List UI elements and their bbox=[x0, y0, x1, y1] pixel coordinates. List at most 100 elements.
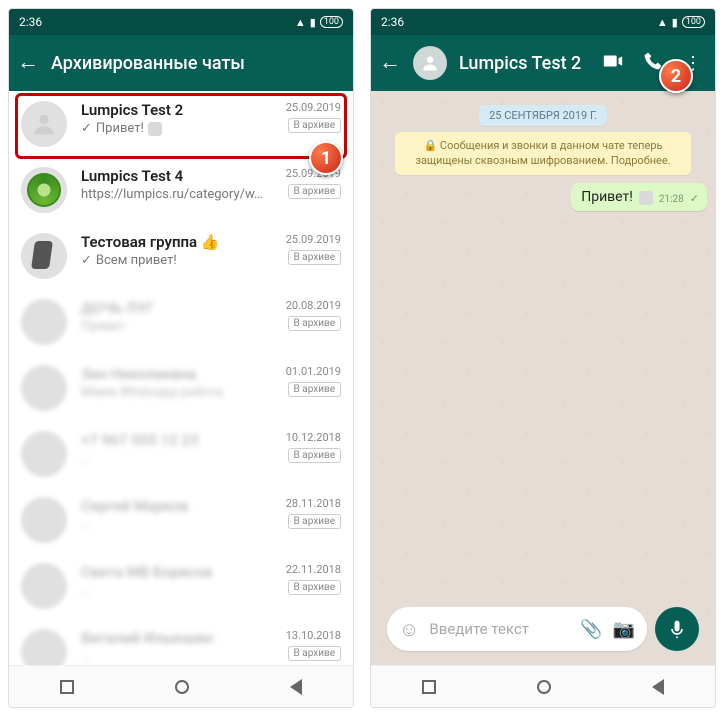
chat-name: Lumpics Test 4 bbox=[81, 167, 272, 185]
chat-row[interactable]: Света МВ Борисов … 22.11.2018 В архиве bbox=[9, 553, 353, 619]
archived-badge: В архиве bbox=[288, 514, 341, 529]
avatar[interactable] bbox=[21, 365, 67, 411]
emoji-picker-icon[interactable]: ☺ bbox=[399, 617, 419, 642]
page-title: Архивированные чаты bbox=[51, 53, 345, 74]
chat-messages-area[interactable]: 25 СЕНТЯБРЯ 2019 Г. 🔒 Сообщения и звонки… bbox=[371, 91, 715, 665]
status-icons: ▲ ▮ 100 bbox=[295, 16, 343, 29]
avatar[interactable] bbox=[21, 101, 67, 147]
camera-icon[interactable]: 📷 bbox=[613, 619, 635, 640]
nav-home-icon[interactable] bbox=[175, 680, 189, 694]
chat-row[interactable]: Виталий Ильюшин … 13.10.2018 В архиве bbox=[9, 619, 353, 665]
video-call-icon[interactable] bbox=[599, 50, 627, 77]
chat-row[interactable]: Сергей Марков … 28.11.2018 В архиве bbox=[9, 487, 353, 553]
avatar[interactable] bbox=[21, 167, 67, 213]
nav-recent-icon[interactable] bbox=[422, 680, 436, 694]
chat-name: Виталий Ильюшин bbox=[81, 629, 272, 647]
message-time: 21:28 bbox=[659, 194, 684, 205]
nav-home-icon[interactable] bbox=[537, 680, 551, 694]
back-icon[interactable]: ← bbox=[379, 52, 401, 74]
status-bar: 2:36 ▲ ▮ 100 bbox=[9, 9, 353, 35]
phone-screen-chat: 2:36 ▲ ▮ 100 ← Lumpics Test 2 ⋮ 25 СЕНТЯ… bbox=[370, 8, 716, 708]
status-bar: 2:36 ▲ ▮ 100 bbox=[371, 9, 715, 35]
input-placeholder: Введите текст bbox=[429, 620, 570, 638]
date-chip: 25 СЕНТЯБРЯ 2019 Г. bbox=[479, 105, 607, 126]
chat-date: 20.08.2019 bbox=[286, 299, 341, 312]
back-icon[interactable]: ← bbox=[17, 52, 39, 74]
chat-date: 22.11.2018 bbox=[286, 563, 341, 576]
chat-row[interactable]: Тестовая группа 👍 ✓ Всем привет! 25.09.2… bbox=[9, 223, 353, 289]
chat-preview: … bbox=[81, 649, 272, 664]
status-time: 2:36 bbox=[381, 15, 404, 29]
emoji-icon bbox=[639, 191, 653, 205]
nav-back-icon[interactable] bbox=[290, 679, 302, 695]
attach-icon[interactable]: 📎 bbox=[580, 619, 602, 640]
chat-row[interactable]: Lumpics Test 2 ✓ Привет! 25.09.2019 В ар… bbox=[9, 91, 353, 157]
message-outgoing[interactable]: Привет! 21:28 ✓ bbox=[571, 183, 707, 211]
chat-preview: … bbox=[81, 517, 272, 532]
battery-icon: 100 bbox=[682, 16, 705, 28]
status-time: 2:36 bbox=[19, 15, 42, 29]
archived-badge: В архиве bbox=[288, 448, 341, 463]
avatar[interactable] bbox=[21, 629, 67, 665]
chat-preview: https://lumpics.ru/category/w… bbox=[81, 187, 272, 202]
archived-badge: В архиве bbox=[288, 118, 341, 133]
message-input-bar: ☺ Введите текст 📎 📷 bbox=[379, 601, 707, 657]
chat-preview: ✓ Привет! bbox=[81, 121, 272, 136]
chat-name: Сергей Марков bbox=[81, 497, 272, 515]
mic-button[interactable] bbox=[655, 607, 699, 651]
chat-preview: ✓ Всем привет! bbox=[81, 253, 272, 268]
chat-date: 28.11.2018 bbox=[286, 497, 341, 510]
chat-row[interactable]: Lumpics Test 4 https://lumpics.ru/catego… bbox=[9, 157, 353, 223]
avatar[interactable] bbox=[21, 497, 67, 543]
chat-name: Света МВ Борисов bbox=[81, 563, 272, 581]
tick-icon: ✓ bbox=[690, 192, 699, 205]
nav-recent-icon[interactable] bbox=[60, 680, 74, 694]
archived-badge: В архиве bbox=[288, 382, 341, 397]
avatar[interactable] bbox=[21, 431, 67, 477]
archived-badge: В архиве bbox=[288, 316, 341, 331]
phone-screen-archived-chats: 2:36 ▲ ▮ 100 ← Архивированные чаты Lumpi… bbox=[8, 8, 354, 708]
chat-row[interactable]: Зин Николаевна Мама Whatsapp работа 01.0… bbox=[9, 355, 353, 421]
android-nav-bar bbox=[9, 665, 353, 707]
chat-name: Тестовая группа 👍 bbox=[81, 233, 272, 251]
archived-badge: В архиве bbox=[288, 646, 341, 661]
chat-title[interactable]: Lumpics Test 2 bbox=[459, 53, 587, 74]
message-input[interactable]: ☺ Введите текст 📎 📷 bbox=[387, 607, 647, 651]
chat-date: 25.09.2019 bbox=[286, 233, 341, 246]
chat-preview: Привет bbox=[81, 319, 272, 334]
battery-icon: 100 bbox=[320, 16, 343, 28]
archived-badge: В архиве bbox=[288, 184, 341, 199]
chat-avatar[interactable] bbox=[413, 46, 447, 80]
avatar[interactable] bbox=[21, 299, 67, 345]
chat-row[interactable]: +7 967 555 12 23 … 10.12.2018 В архиве bbox=[9, 421, 353, 487]
android-nav-bar bbox=[371, 665, 715, 707]
emoji-icon bbox=[148, 122, 162, 136]
chat-date: 10.12.2018 bbox=[286, 431, 341, 444]
annotation-badge-1: 1 bbox=[309, 141, 343, 175]
chat-name: +7 967 555 12 23 bbox=[81, 431, 272, 449]
chat-preview: … bbox=[81, 583, 272, 598]
chat-date: 13.10.2018 bbox=[286, 629, 341, 642]
avatar[interactable] bbox=[21, 563, 67, 609]
wifi-icon: ▲ bbox=[657, 16, 668, 29]
nav-back-icon[interactable] bbox=[652, 679, 664, 695]
archived-chat-list[interactable]: Lumpics Test 2 ✓ Привет! 25.09.2019 В ар… bbox=[9, 91, 353, 665]
chat-name: Lumpics Test 2 bbox=[81, 101, 272, 119]
annotation-badge-2: 2 bbox=[659, 59, 693, 93]
chat-name: Зин Николаевна bbox=[81, 365, 272, 383]
archived-badge: В архиве bbox=[288, 580, 341, 595]
avatar[interactable] bbox=[21, 233, 67, 279]
chat-date: 01.01.2019 bbox=[286, 365, 341, 378]
chat-preview: … bbox=[81, 451, 272, 466]
status-icons: ▲ ▮ 100 bbox=[657, 16, 705, 29]
tick-icon: ✓ bbox=[81, 253, 92, 268]
message-text: Привет! bbox=[581, 189, 633, 205]
app-bar: ← Архивированные чаты bbox=[9, 35, 353, 91]
archived-badge: В архиве bbox=[288, 250, 341, 265]
chat-name: ДОЧЬ ЛУГ bbox=[81, 299, 272, 317]
chat-row[interactable]: ДОЧЬ ЛУГ Привет 20.08.2019 В архиве bbox=[9, 289, 353, 355]
encryption-notice[interactable]: 🔒 Сообщения и звонки в данном чате тепер… bbox=[395, 132, 690, 175]
signal-icon: ▮ bbox=[672, 16, 678, 29]
chat-preview: Мама Whatsapp работа bbox=[81, 385, 272, 400]
tick-icon: ✓ bbox=[81, 121, 92, 136]
